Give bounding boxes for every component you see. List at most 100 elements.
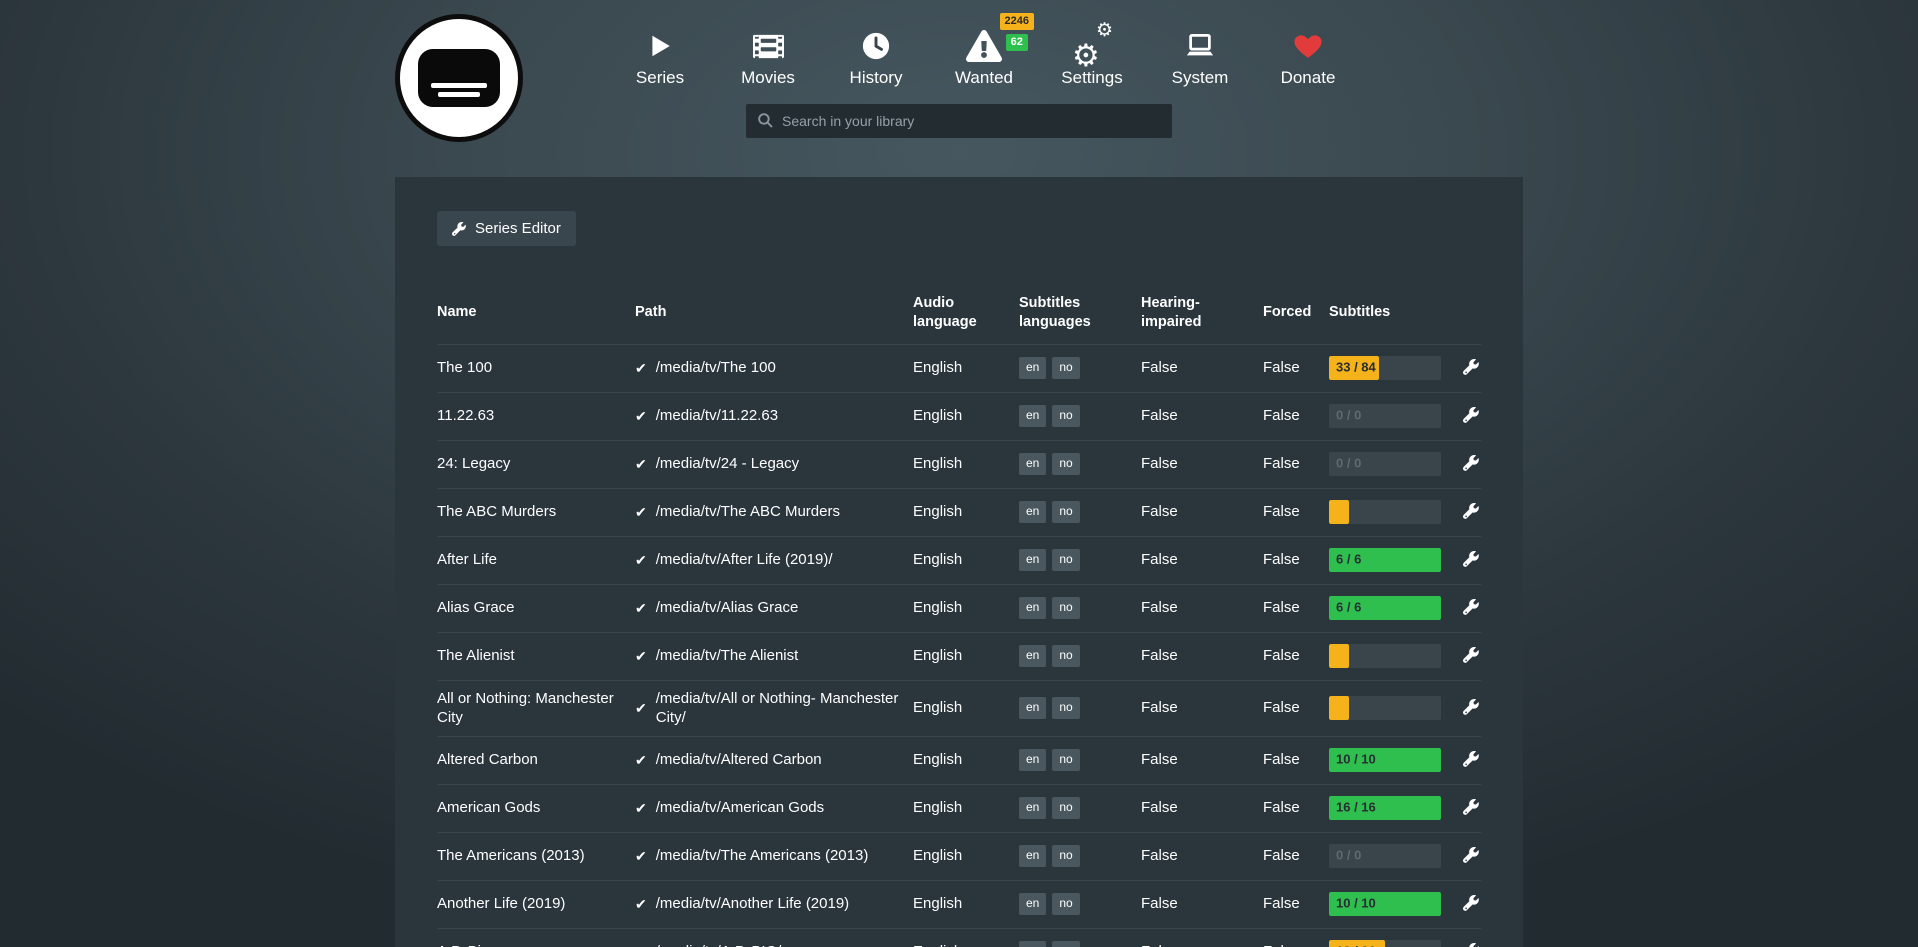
edit-series-button[interactable] xyxy=(1461,939,1481,947)
edit-series-button[interactable] xyxy=(1461,891,1481,915)
play-icon xyxy=(647,25,673,67)
audio-language: English xyxy=(913,542,1019,578)
edit-series-button[interactable] xyxy=(1461,499,1481,523)
audio-language: English xyxy=(913,742,1019,778)
path-text: /media/tv/The Alienist xyxy=(656,646,799,666)
series-path: ✔/media/tv/Altered Carbon xyxy=(635,742,913,778)
series-table-body: The 100✔/media/tv/The 100EnglishennoFals… xyxy=(437,344,1481,947)
path-text: /media/tv/The ABC Murders xyxy=(656,502,840,522)
series-name[interactable]: The ABC Murders xyxy=(437,494,635,530)
nav-item-system[interactable]: System xyxy=(1146,25,1254,88)
forced-value: False xyxy=(1263,742,1329,778)
series-name[interactable]: All or Nothing: Manchester City xyxy=(437,681,635,736)
subtitles-languages: enno xyxy=(1019,933,1141,947)
path-text: /media/tv/The 100 xyxy=(656,358,776,378)
check-icon: ✔ xyxy=(635,599,647,617)
heart-icon xyxy=(1292,25,1324,67)
edit-series-button[interactable] xyxy=(1461,595,1481,619)
language-badge: no xyxy=(1052,453,1079,475)
series-editor-button[interactable]: Series Editor xyxy=(437,211,576,246)
series-name[interactable]: A.P. Bio xyxy=(437,934,635,947)
app-header: Series Movies History 2246 62 xyxy=(395,0,1523,177)
subtitles-progress: 10 / 10 xyxy=(1329,748,1441,772)
language-badge: no xyxy=(1052,549,1079,571)
hearing-impaired-value: False xyxy=(1141,742,1263,778)
check-icon: ✔ xyxy=(635,895,647,913)
progress-fill xyxy=(1329,696,1349,720)
nav-label-series: Series xyxy=(636,68,684,88)
audio-language: English xyxy=(913,398,1019,434)
wanted-badges: 2246 62 xyxy=(1000,13,1034,51)
series-path: ✔/media/tv/Another Life (2019) xyxy=(635,886,913,922)
nav-label-donate: Donate xyxy=(1281,68,1336,88)
path-text: /media/tv/All or Nothing- Manchester Cit… xyxy=(656,689,899,728)
actions-cell xyxy=(1451,835,1481,877)
series-name[interactable]: Another Life (2019) xyxy=(437,886,635,922)
laptop-icon xyxy=(1183,25,1217,67)
series-name[interactable]: The Alienist xyxy=(437,638,635,674)
edit-series-button[interactable] xyxy=(1461,643,1481,667)
nav-item-wanted[interactable]: 2246 62 Wanted xyxy=(930,25,1038,88)
subtitles-cell: 0 / 0 xyxy=(1329,836,1451,876)
nav-item-donate[interactable]: Donate xyxy=(1254,25,1362,88)
clock-icon xyxy=(861,25,891,67)
search-bar xyxy=(746,104,1172,138)
table-row: 11.22.63✔/media/tv/11.22.63EnglishennoFa… xyxy=(437,392,1481,440)
series-name[interactable]: After Life xyxy=(437,542,635,578)
series-name[interactable]: American Gods xyxy=(437,790,635,826)
progress-fill xyxy=(1329,644,1349,668)
edit-series-button[interactable] xyxy=(1461,695,1481,719)
nav-item-series[interactable]: Series xyxy=(606,25,714,88)
series-name[interactable]: Altered Carbon xyxy=(437,742,635,778)
language-badge: en xyxy=(1019,597,1046,619)
search-input[interactable] xyxy=(746,104,1172,138)
table-row: Alias Grace✔/media/tv/Alias GraceEnglish… xyxy=(437,584,1481,632)
column-header-audio-language: Audio language xyxy=(913,286,1019,344)
series-name[interactable]: 24: Legacy xyxy=(437,446,635,482)
subtitles-cell xyxy=(1329,492,1451,532)
gears-icon: ⚙ ⚙ xyxy=(1071,25,1113,67)
audio-language: English xyxy=(913,934,1019,947)
edit-series-button[interactable] xyxy=(1461,547,1481,571)
subtitles-cell: 0 / 0 xyxy=(1329,396,1451,436)
forced-value: False xyxy=(1263,350,1329,386)
language-badge: no xyxy=(1052,597,1079,619)
forced-value: False xyxy=(1263,934,1329,947)
series-name[interactable]: 11.22.63 xyxy=(437,398,635,434)
subtitles-progress: 13 / 26 xyxy=(1329,940,1441,947)
warning-triangle-icon xyxy=(966,25,1002,67)
edit-series-button[interactable] xyxy=(1461,843,1481,867)
bazarr-logo-mark xyxy=(418,49,500,107)
check-icon: ✔ xyxy=(635,751,647,769)
subtitles-languages: enno xyxy=(1019,445,1141,483)
nav-item-history[interactable]: History xyxy=(822,25,930,88)
bazarr-logo[interactable] xyxy=(395,14,523,142)
subtitles-languages: enno xyxy=(1019,589,1141,627)
edit-series-button[interactable] xyxy=(1461,451,1481,475)
edit-series-button[interactable] xyxy=(1461,747,1481,771)
gear-small-glyph: ⚙ xyxy=(1096,21,1113,40)
subtitles-cell: 0 / 0 xyxy=(1329,444,1451,484)
check-icon: ✔ xyxy=(635,359,647,377)
table-row: The Alienist✔/media/tv/The AlienistEngli… xyxy=(437,632,1481,680)
language-badge: no xyxy=(1052,645,1079,667)
subtitles-progress: 0 / 0 xyxy=(1329,844,1441,868)
series-name[interactable]: The 100 xyxy=(437,350,635,386)
actions-cell xyxy=(1451,491,1481,533)
series-name[interactable]: Alias Grace xyxy=(437,590,635,626)
edit-series-button[interactable] xyxy=(1461,403,1481,427)
path-text: /media/tv/Alias Grace xyxy=(656,598,799,618)
edit-series-button[interactable] xyxy=(1461,355,1481,379)
nav-label-history: History xyxy=(850,68,903,88)
language-badge: en xyxy=(1019,453,1046,475)
subtitles-cell: 6 / 6 xyxy=(1329,588,1451,628)
subtitles-progress: 33 / 84 xyxy=(1329,356,1441,380)
nav-item-movies[interactable]: Movies xyxy=(714,25,822,88)
subtitles-languages: enno xyxy=(1019,741,1141,779)
column-header-hearing-impaired: Hearing-impaired xyxy=(1141,286,1263,344)
series-name[interactable]: The Americans (2013) xyxy=(437,838,635,874)
table-row: American Gods✔/media/tv/American GodsEng… xyxy=(437,784,1481,832)
edit-series-button[interactable] xyxy=(1461,795,1481,819)
nav-item-settings[interactable]: ⚙ ⚙ Settings xyxy=(1038,25,1146,88)
nav-label-movies: Movies xyxy=(741,68,795,88)
